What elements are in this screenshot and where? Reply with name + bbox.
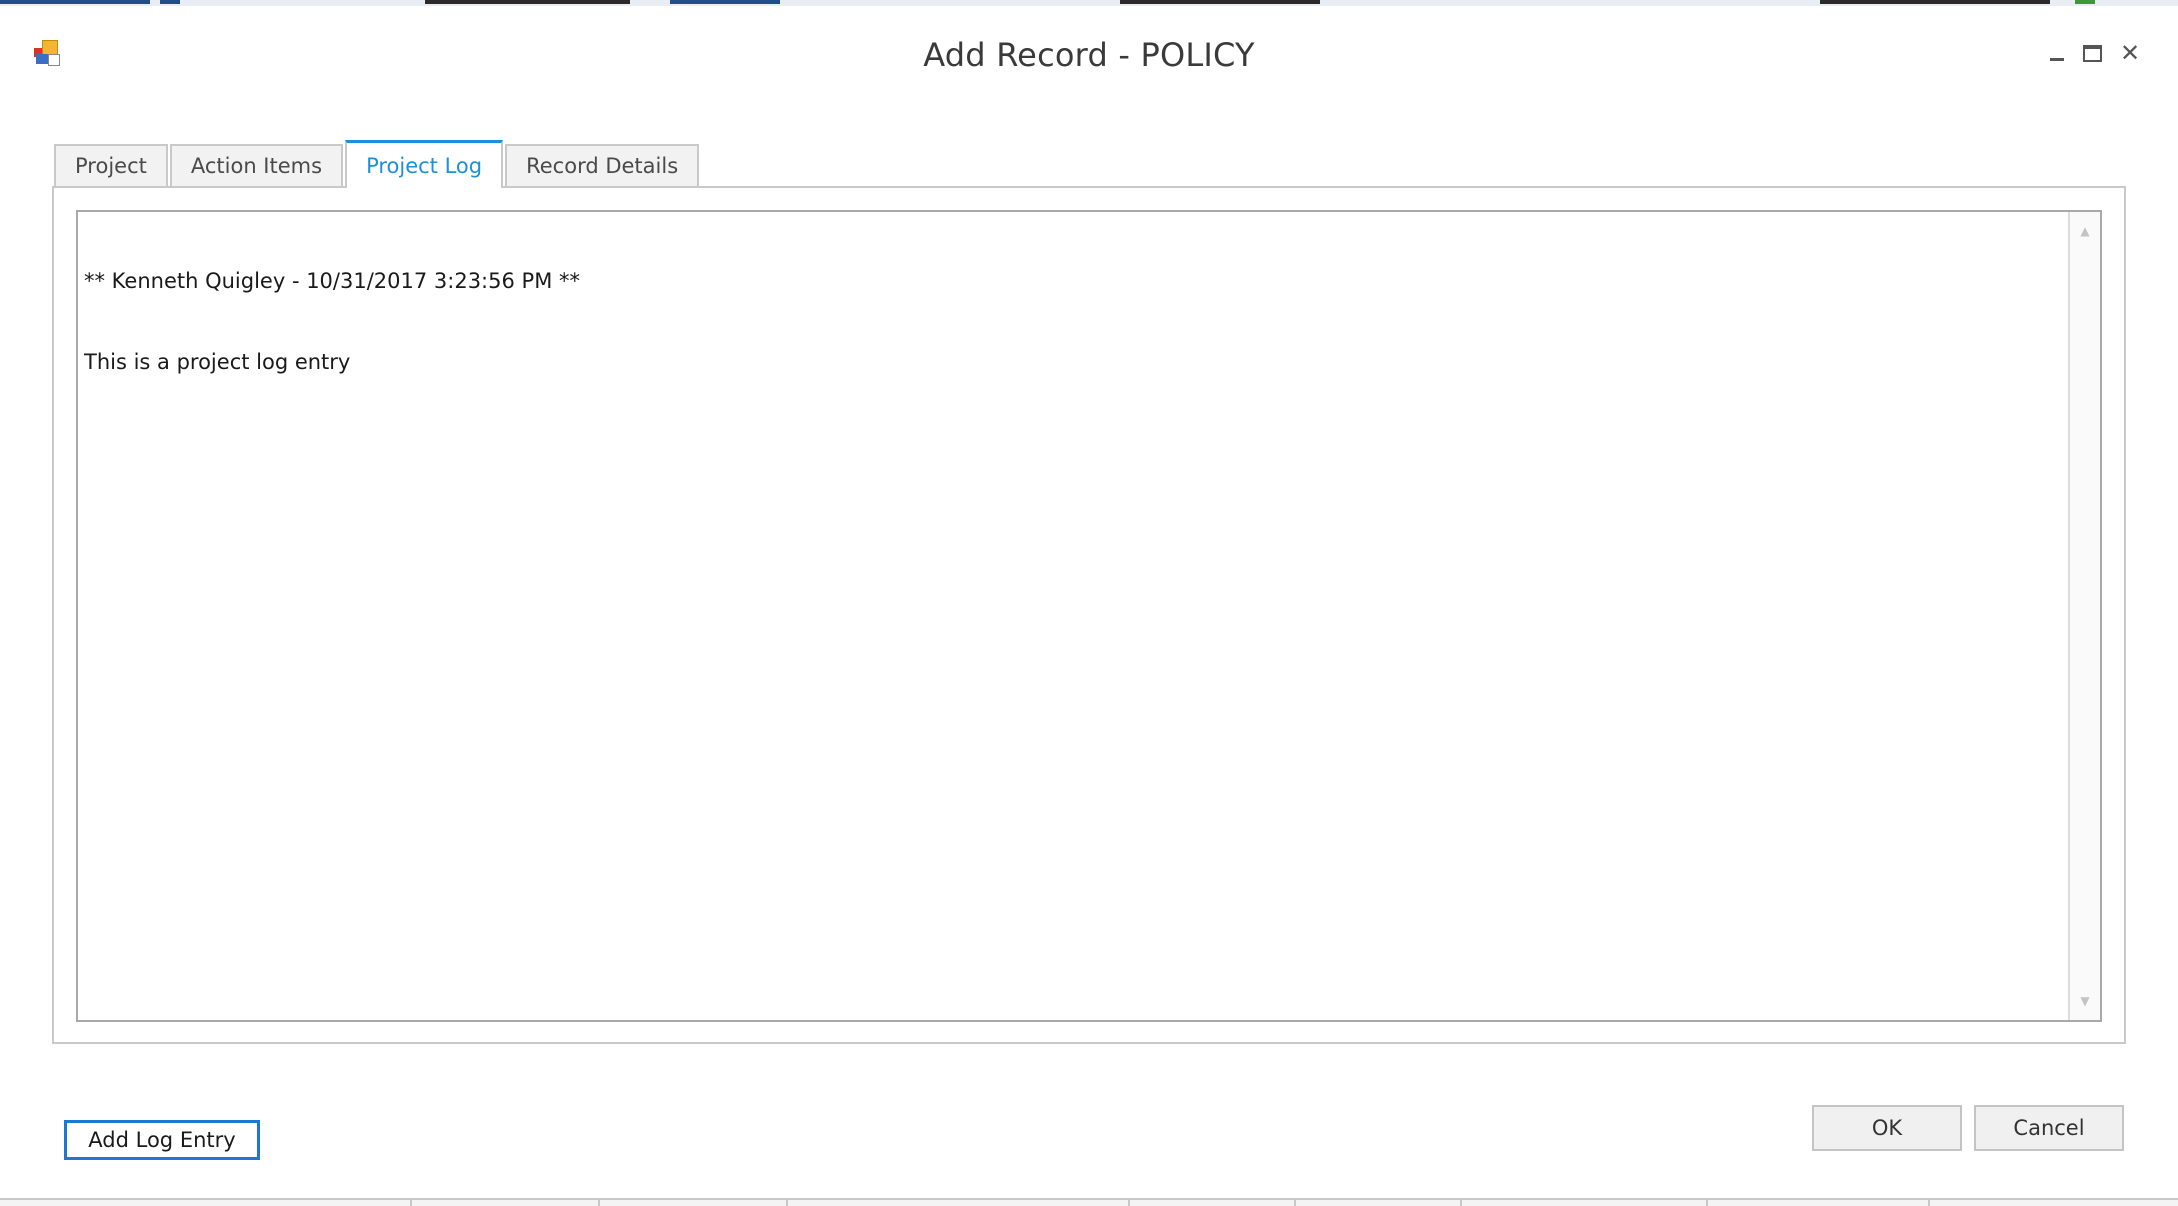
background-nav-icons [670, 0, 780, 4]
background-icon [160, 0, 180, 4]
log-entry-header: ** Kenneth Quigley - 10/31/2017 3:23:56 … [84, 269, 580, 293]
background-icon [2075, 0, 2095, 4]
log-entry-body: This is a project log entry [84, 350, 351, 374]
tab-project-log[interactable]: Project Log [345, 140, 504, 188]
log-text-content[interactable]: ** Kenneth Quigley - 10/31/2017 3:23:56 … [84, 214, 2060, 1016]
background-tab [0, 0, 150, 4]
window-title: Add Record - POLICY [923, 36, 1255, 74]
tab-project[interactable]: Project [54, 144, 168, 186]
minimize-icon[interactable] [2040, 36, 2074, 70]
scroll-down-icon[interactable]: ▼ [2070, 986, 2100, 1016]
ok-button[interactable]: OK [1812, 1105, 1962, 1151]
background-text [1820, 0, 2050, 4]
tab-strip: Project Action Items Project Log Record … [54, 134, 701, 188]
background-record-counter [425, 0, 630, 4]
close-icon[interactable]: ✕ [2113, 36, 2147, 70]
project-log-panel: ** Kenneth Quigley - 10/31/2017 3:23:56 … [52, 186, 2126, 1044]
background-text [1120, 0, 1320, 4]
add-record-dialog: Add Record - POLICY ✕ Project Action Ite… [0, 6, 2178, 1200]
log-scrollbar[interactable]: ▲ ▼ [2068, 212, 2100, 1020]
add-log-entry-button[interactable]: Add Log Entry [64, 1120, 260, 1160]
background-status-strip [0, 1198, 2178, 1206]
tab-action-items[interactable]: Action Items [169, 144, 344, 186]
cancel-button[interactable]: Cancel [1974, 1105, 2124, 1151]
maximize-icon[interactable] [2075, 36, 2109, 70]
tab-record-details[interactable]: Record Details [505, 144, 700, 186]
project-log-textbox[interactable]: ** Kenneth Quigley - 10/31/2017 3:23:56 … [76, 210, 2102, 1022]
scroll-up-icon[interactable]: ▲ [2070, 216, 2100, 246]
